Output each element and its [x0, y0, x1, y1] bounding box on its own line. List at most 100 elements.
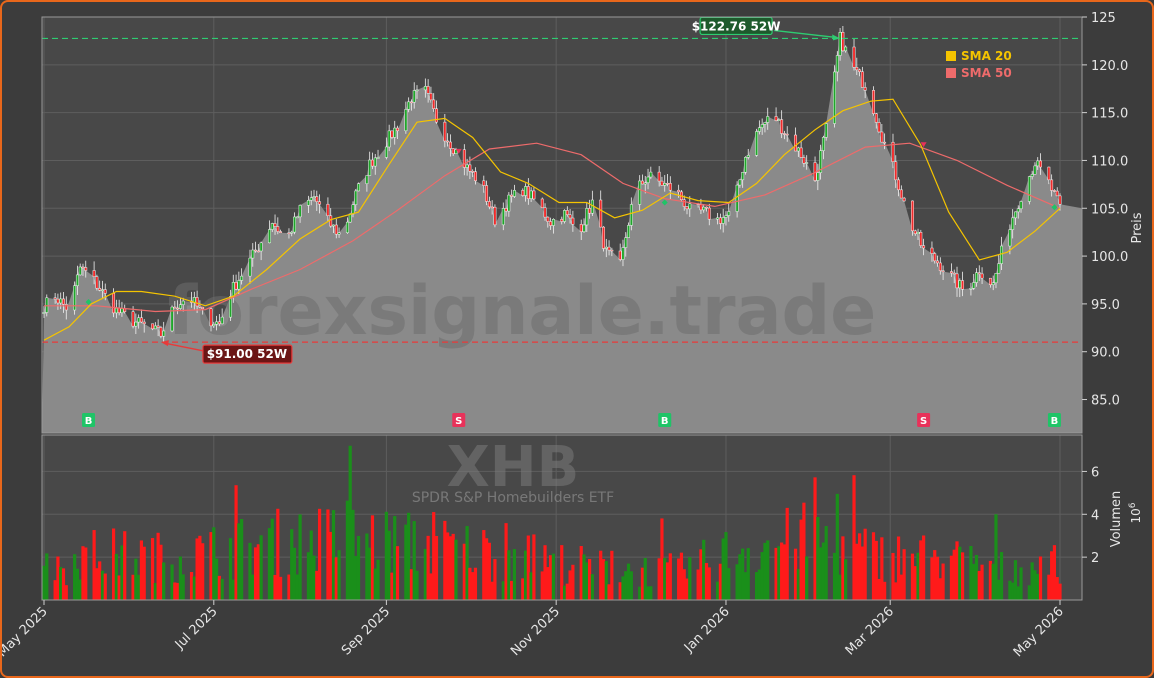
- volume-bar: [465, 526, 469, 600]
- volume-bar: [150, 538, 155, 600]
- legend-swatch: [946, 51, 956, 61]
- volume-bar: [448, 536, 452, 600]
- low-52w-text: $91.00 52W: [207, 347, 287, 361]
- volume-bar: [156, 532, 160, 600]
- legend-label: SMA 50: [961, 66, 1012, 80]
- volume-bar: [721, 538, 725, 600]
- last-price-fill: [1060, 208, 1082, 433]
- volume-bar: [540, 571, 544, 600]
- volume-bar: [994, 514, 998, 600]
- candle: [919, 229, 923, 248]
- volume-bar: [590, 574, 594, 600]
- volume-bar: [120, 545, 124, 600]
- volume-bar: [487, 542, 491, 600]
- volume-bar: [98, 561, 102, 600]
- volume-bar: [682, 569, 686, 600]
- volume-bar: [766, 540, 770, 600]
- volume-bar: [529, 572, 533, 600]
- volume-bar: [356, 535, 361, 600]
- volume-bar: [1055, 577, 1059, 600]
- volume-bar: [718, 563, 723, 600]
- volume-bar: [969, 545, 973, 600]
- volume-bar: [899, 574, 903, 600]
- price-tick-label: 95.0: [1091, 298, 1120, 313]
- volume-bar: [780, 542, 784, 600]
- volume-bar: [176, 582, 180, 600]
- volume-bar: [579, 546, 583, 600]
- volume-bar: [1050, 551, 1054, 600]
- volume-bar: [941, 563, 945, 600]
- volume-bar: [702, 539, 706, 600]
- volume-bar: [813, 477, 817, 600]
- stock-chart: forexsignale.trade XHB SPDR S&P Homebuil…: [2, 11, 1145, 660]
- volume-bar: [510, 580, 514, 600]
- volume-tick-label: 2: [1091, 551, 1099, 566]
- volume-bar: [393, 516, 397, 600]
- volume-bar: [429, 573, 433, 600]
- volume-bar: [610, 550, 614, 600]
- volume-bar: [601, 559, 606, 600]
- volume-bar: [841, 536, 845, 600]
- volume-bar: [162, 562, 166, 600]
- volume-bar: [546, 567, 550, 600]
- volume-bar: [902, 549, 906, 600]
- price-tick-label: 125: [1091, 11, 1116, 26]
- volume-bar: [660, 518, 664, 600]
- volume-bar: [919, 540, 923, 600]
- volume-bar: [571, 564, 575, 600]
- volume-bar: [977, 570, 981, 600]
- volume-bar: [329, 531, 333, 600]
- volume-bar: [504, 523, 508, 600]
- volume-bar: [871, 532, 876, 600]
- volume-bar: [248, 542, 252, 600]
- volume-bar: [373, 568, 377, 600]
- volume-bar: [741, 548, 745, 600]
- volume-bar: [298, 514, 302, 600]
- volume-bar: [704, 563, 709, 600]
- volume-bar: [432, 512, 436, 600]
- volume-bar: [173, 582, 177, 600]
- volume-bar: [626, 563, 631, 600]
- x-tick-label: Jul 2025: [172, 604, 221, 653]
- candle: [95, 274, 99, 291]
- volume-bar: [139, 540, 144, 600]
- volume-bar: [1030, 562, 1034, 600]
- volume-bar: [874, 540, 878, 600]
- volume-bar: [922, 535, 926, 600]
- volume-bar: [1027, 585, 1031, 600]
- volume-bar: [415, 570, 419, 600]
- volume-bar: [259, 535, 263, 600]
- volume-bar: [111, 528, 116, 600]
- volume-bar: [443, 520, 447, 600]
- volume-bar: [368, 547, 372, 600]
- volume-bar: [220, 578, 224, 600]
- volume-tick-label: 6: [1091, 465, 1099, 480]
- volume-bar: [273, 574, 277, 600]
- volume-bar: [201, 543, 205, 600]
- low-52w-label: $91.00 52W: [202, 344, 293, 364]
- volume-bar: [462, 543, 466, 600]
- volume-bar: [757, 569, 761, 600]
- volume-bar: [137, 574, 141, 600]
- volume-bar: [351, 509, 355, 600]
- candle: [755, 128, 759, 157]
- volume-bar: [688, 557, 692, 600]
- volume-bar: [991, 563, 995, 600]
- volume-bar: [785, 507, 789, 600]
- volume-bar: [629, 571, 633, 600]
- high-52w-label: $122.76 52W: [692, 16, 780, 36]
- volume-bar: [276, 508, 280, 600]
- volume-bar: [543, 545, 547, 600]
- volume-bar: [287, 574, 291, 600]
- volume-bar: [131, 574, 135, 600]
- volume-bar: [159, 544, 163, 600]
- volume-bar: [348, 445, 352, 600]
- price-tick-label: 115.0: [1091, 107, 1128, 122]
- volume-bar: [446, 532, 450, 600]
- volume-bar: [1008, 580, 1012, 600]
- volume-bar: [624, 571, 628, 600]
- volume-bar: [883, 581, 887, 600]
- volume-bar: [189, 571, 194, 600]
- volume-bar: [877, 578, 881, 600]
- volume-bar: [267, 528, 272, 600]
